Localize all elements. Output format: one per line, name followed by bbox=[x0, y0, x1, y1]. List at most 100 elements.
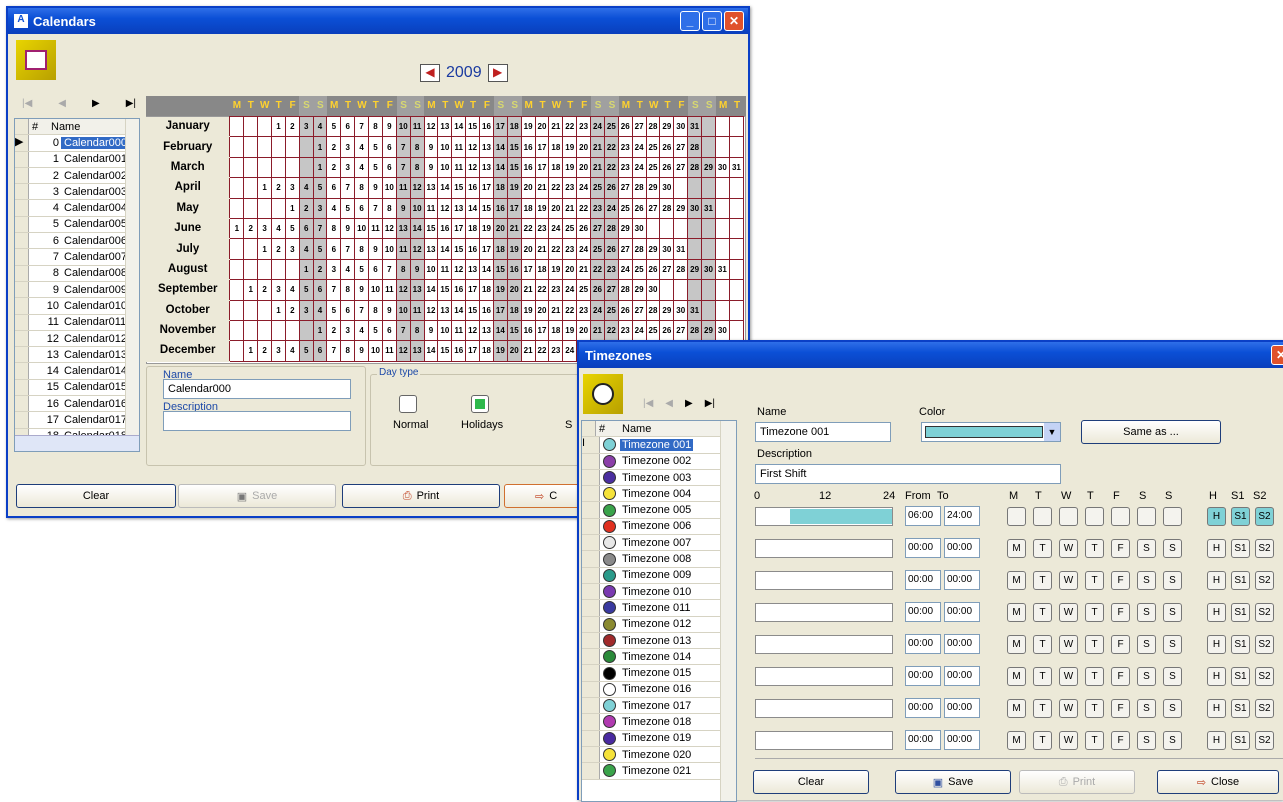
day-cell[interactable]: 25 bbox=[576, 279, 592, 301]
day-cell[interactable]: 30 bbox=[714, 156, 730, 179]
list-item[interactable]: Timezone 007 bbox=[582, 535, 736, 552]
day-cell[interactable] bbox=[298, 319, 314, 342]
to-time-field[interactable]: 24:00 bbox=[944, 506, 980, 526]
day-cell[interactable]: 24 bbox=[576, 177, 592, 199]
day-cell[interactable]: 25 bbox=[603, 115, 619, 138]
day-cell[interactable]: 1 bbox=[257, 177, 273, 199]
day-cell[interactable]: 22 bbox=[576, 197, 592, 219]
day-cell[interactable] bbox=[714, 279, 730, 301]
day-cell[interactable]: 30 bbox=[673, 299, 689, 321]
day-cell[interactable]: 14 bbox=[423, 340, 439, 362]
day-cell[interactable]: 16 bbox=[437, 217, 453, 240]
day-cell[interactable]: 25 bbox=[645, 156, 661, 179]
day-toggle[interactable]: T bbox=[1033, 571, 1052, 590]
close-window-button[interactable]: ✕ bbox=[724, 11, 744, 31]
day-toggle[interactable]: S bbox=[1137, 571, 1156, 590]
day-cell[interactable]: 27 bbox=[603, 279, 619, 301]
day-cell[interactable]: 25 bbox=[617, 197, 633, 219]
day-cell[interactable]: 11 bbox=[451, 319, 467, 342]
day-cell[interactable]: 2 bbox=[312, 258, 328, 281]
day-cell[interactable]: 13 bbox=[409, 340, 425, 362]
day-cell[interactable]: 28 bbox=[687, 319, 703, 342]
from-time-field[interactable]: 00:00 bbox=[905, 730, 941, 750]
list-item[interactable]: 5 Calendar005 bbox=[15, 216, 139, 234]
day-cell[interactable]: 23 bbox=[576, 115, 592, 138]
day-cell[interactable] bbox=[243, 177, 259, 199]
day-toggle[interactable]: T bbox=[1085, 699, 1104, 718]
day-cell[interactable]: 11 bbox=[423, 197, 439, 219]
day-toggle[interactable]: S bbox=[1163, 539, 1182, 558]
list-item[interactable]: Timezone 006 bbox=[582, 518, 736, 536]
day-toggle[interactable]: M bbox=[1007, 667, 1026, 686]
list-item[interactable]: 15 Calendar015 bbox=[15, 379, 139, 397]
day-cell[interactable]: 11 bbox=[395, 238, 411, 260]
day-cell[interactable]: 31 bbox=[701, 197, 716, 219]
day-toggle[interactable]: T bbox=[1033, 699, 1052, 718]
day-toggle[interactable]: S bbox=[1137, 699, 1156, 718]
list-item[interactable]: I Timezone 001 bbox=[582, 437, 736, 454]
day-cell[interactable]: 15 bbox=[506, 156, 522, 179]
day-cell[interactable]: 2 bbox=[326, 319, 342, 342]
day-cell[interactable] bbox=[714, 197, 730, 219]
day-cell[interactable]: 19 bbox=[534, 197, 550, 219]
timezone-print-button[interactable]: ⎙ Print bbox=[1019, 770, 1135, 794]
day-cell[interactable]: 4 bbox=[284, 279, 300, 301]
holiday-toggle[interactable]: H bbox=[1207, 539, 1226, 558]
list-item[interactable]: Timezone 013 bbox=[582, 632, 736, 650]
day-toggle[interactable]: F bbox=[1111, 731, 1130, 750]
day-cell[interactable]: 23 bbox=[548, 279, 564, 301]
from-time-field[interactable]: 06:00 bbox=[905, 506, 941, 526]
day-toggle[interactable]: T bbox=[1085, 731, 1104, 750]
day-cell[interactable]: 16 bbox=[520, 156, 536, 179]
day-cell[interactable]: 7 bbox=[368, 197, 383, 219]
day-cell[interactable]: 11 bbox=[437, 258, 453, 281]
day-cell[interactable]: 29 bbox=[631, 279, 647, 301]
day-cell[interactable] bbox=[701, 279, 716, 301]
day-cell[interactable]: 14 bbox=[492, 319, 508, 342]
day-cell[interactable]: 1 bbox=[243, 340, 259, 362]
day-toggle[interactable]: S bbox=[1163, 731, 1182, 750]
holiday-toggle[interactable]: H bbox=[1207, 571, 1226, 590]
timezone-close-button[interactable]: ⇨ Close bbox=[1157, 770, 1279, 794]
day-cell[interactable]: 3 bbox=[298, 115, 314, 138]
maximize-button[interactable]: □ bbox=[702, 11, 722, 31]
day-cell[interactable] bbox=[257, 258, 273, 281]
day-cell[interactable]: 26 bbox=[603, 238, 619, 260]
prev-record-icon[interactable]: ◀ bbox=[58, 98, 66, 109]
day-cell[interactable]: 15 bbox=[492, 258, 508, 281]
day-cell[interactable]: 6 bbox=[326, 177, 342, 199]
day-cell[interactable]: 1 bbox=[312, 319, 328, 342]
day-cell[interactable] bbox=[271, 319, 286, 342]
day-cell[interactable]: 7 bbox=[340, 238, 356, 260]
day-cell[interactable]: 18 bbox=[479, 340, 494, 362]
day-cell[interactable] bbox=[728, 217, 745, 240]
day-cell[interactable]: 14 bbox=[465, 197, 481, 219]
day-cell[interactable]: 20 bbox=[506, 340, 522, 362]
day-cell[interactable]: 21 bbox=[534, 238, 550, 260]
interval-bar[interactable] bbox=[755, 667, 893, 686]
day-cell[interactable] bbox=[229, 136, 245, 158]
day-toggle[interactable]: T bbox=[1085, 571, 1104, 590]
day-cell[interactable]: 28 bbox=[673, 258, 689, 281]
day-toggle[interactable] bbox=[1163, 507, 1182, 526]
day-cell[interactable]: 30 bbox=[659, 238, 675, 260]
day-toggle[interactable]: W bbox=[1059, 635, 1078, 654]
day-cell[interactable]: 10 bbox=[354, 217, 370, 240]
day-toggle[interactable]: S bbox=[1163, 635, 1182, 654]
day-toggle[interactable]: S bbox=[1137, 667, 1156, 686]
day-cell[interactable]: 9 bbox=[381, 299, 397, 321]
day-cell[interactable]: 23 bbox=[576, 299, 592, 321]
day-cell[interactable] bbox=[728, 197, 745, 219]
day-cell[interactable]: 17 bbox=[465, 279, 481, 301]
day-cell[interactable]: 19 bbox=[562, 319, 578, 342]
list-item[interactable]: 8 Calendar008 bbox=[15, 265, 139, 282]
day-cell[interactable]: 19 bbox=[562, 136, 578, 158]
day-cell[interactable]: 14 bbox=[409, 217, 425, 240]
day-cell[interactable]: 10 bbox=[395, 115, 411, 138]
list-item[interactable]: Timezone 003 bbox=[582, 469, 736, 487]
last-record-icon[interactable]: ▶| bbox=[126, 98, 136, 109]
day-cell[interactable]: 25 bbox=[590, 238, 605, 260]
day-cell[interactable] bbox=[659, 217, 675, 240]
holiday-toggle[interactable]: S2 bbox=[1255, 635, 1274, 654]
day-toggle[interactable]: T bbox=[1033, 635, 1052, 654]
